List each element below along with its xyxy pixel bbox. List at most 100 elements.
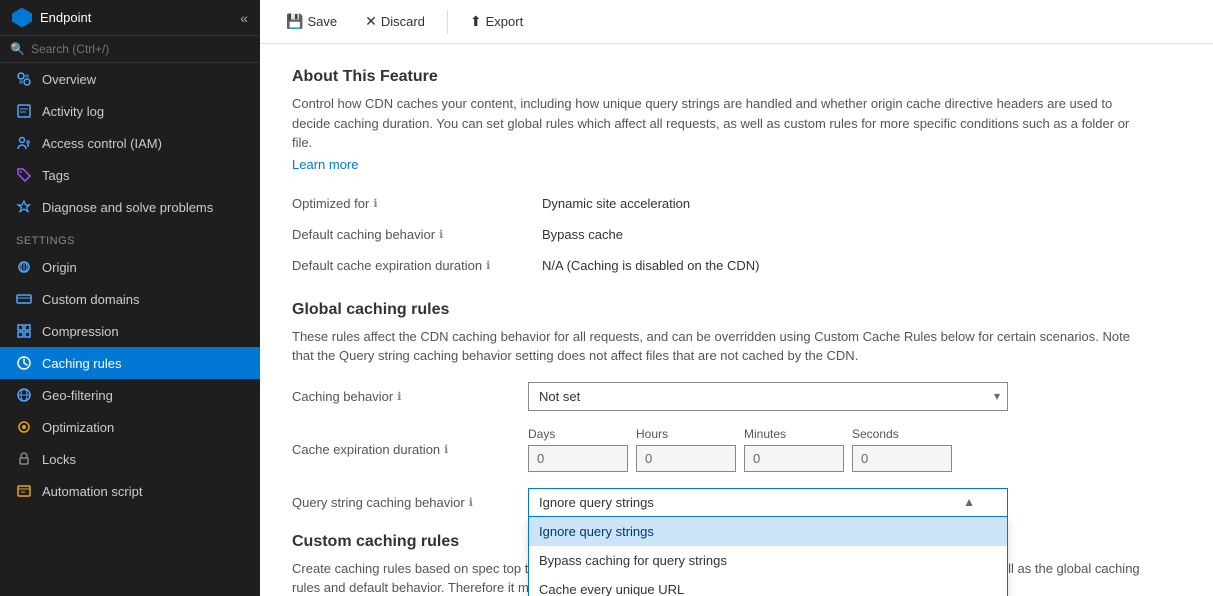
cache-expiry-label: Cache expiration duration ℹ [292,442,512,457]
sidebar-item-locks-label: Locks [42,452,76,467]
minutes-input[interactable] [744,445,844,472]
default-caching-info-icon[interactable]: ℹ [439,228,443,241]
default-expiry-label: Default cache expiration duration ℹ [292,250,542,281]
save-button[interactable]: 💾 Save [276,9,347,34]
export-icon: ⬆ [470,13,482,30]
collapse-sidebar-button[interactable]: « [240,10,248,26]
info-grid: Optimized for ℹ Dynamic site acceleratio… [292,188,1181,281]
content-area: About This Feature Control how CDN cache… [260,44,1213,596]
compression-icon [16,323,32,339]
search-icon: 🔍 [10,42,25,56]
learn-more-link[interactable]: Learn more [292,157,358,172]
minutes-label: Minutes [744,427,844,441]
tags-icon [16,167,32,183]
sidebar-item-tags[interactable]: Tags [0,159,260,191]
hours-label: Hours [636,427,736,441]
query-string-dropdown-arrow: ▲ [963,495,975,509]
caching-behavior-select[interactable]: Not set [528,382,1008,411]
sidebar-item-locks[interactable]: Locks [0,443,260,475]
sidebar-item-access-control[interactable]: Access control (IAM) [0,127,260,159]
sidebar-item-compression[interactable]: Compression [0,315,260,347]
sidebar-item-tags-label: Tags [42,168,69,183]
search-input[interactable] [31,42,250,56]
cache-expiry-row: Cache expiration duration ℹ Days Hours M… [292,427,1181,472]
sidebar-item-diagnose[interactable]: Diagnose and solve problems [0,191,260,223]
seconds-label: Seconds [852,427,952,441]
sidebar-item-compression-label: Compression [42,324,119,339]
sidebar-item-activity-log[interactable]: Activity log [0,95,260,127]
sidebar-item-geo-label: Geo-filtering [42,388,113,403]
dropdown-option-bypass[interactable]: Bypass caching for query strings [529,546,1007,575]
sidebar-item-domains-label: Custom domains [42,292,140,307]
sidebar-item-activity-label: Activity log [42,104,104,119]
query-string-label: Query string caching behavior ℹ [292,495,512,510]
query-string-dropdown-list: Ignore query strings Bypass caching for … [528,517,1008,596]
optimized-for-info-icon[interactable]: ℹ [373,197,377,210]
seconds-field: Seconds [852,427,952,472]
discard-icon: ✕ [365,13,377,30]
discard-button[interactable]: ✕ Discard [355,9,435,34]
locks-icon [16,451,32,467]
caching-behavior-dropdown-wrapper: Not set ▾ [528,382,1008,411]
global-rules-desc: These rules affect the CDN caching behav… [292,327,1152,366]
sidebar-item-automation[interactable]: Automation script [0,475,260,507]
overview-icon [16,71,32,87]
default-expiry-info-icon[interactable]: ℹ [486,259,490,272]
sidebar-item-overview[interactable]: Overview [0,63,260,95]
hours-input[interactable] [636,445,736,472]
dropdown-option-cache-unique[interactable]: Cache every unique URL [529,575,1007,596]
sidebar-item-caching-rules[interactable]: Caching rules [0,347,260,379]
sidebar-item-caching-label: Caching rules [42,356,122,371]
global-rules-title: Global caching rules [292,301,1181,319]
geo-filtering-icon [16,387,32,403]
sidebar-item-custom-domains[interactable]: Custom domains [0,283,260,315]
toolbar: 💾 Save ✕ Discard ⬆ Export [260,0,1213,44]
dropdown-option-ignore[interactable]: Ignore query strings [529,517,1007,546]
query-string-selected-value: Ignore query strings [539,495,654,510]
query-string-dropdown-wrapper: Ignore query strings ▲ Ignore query stri… [528,488,1008,517]
optimized-for-value: Dynamic site acceleration [542,188,1181,219]
sidebar-header: Endpoint « [0,0,260,36]
caching-behavior-label: Caching behavior ℹ [292,389,512,404]
toolbar-divider [447,10,448,34]
cache-expiry-info-icon[interactable]: ℹ [444,443,448,456]
duration-group: Days Hours Minutes Seconds [528,427,952,472]
custom-rules-desc-part1: Create caching rules based on spec [292,561,499,576]
caching-rules-icon [16,355,32,371]
caching-behavior-row: Caching behavior ℹ Not set ▾ [292,382,1181,411]
sidebar-item-origin-label: Origin [42,260,77,275]
sidebar-item-geo-filtering[interactable]: Geo-filtering [0,379,260,411]
sidebar-item-overview-label: Overview [42,72,96,87]
search-box[interactable]: 🔍 [0,36,260,63]
custom-domains-icon [16,291,32,307]
access-control-icon [16,135,32,151]
sidebar-item-automation-label: Automation script [42,484,142,499]
days-label: Days [528,427,628,441]
main-panel: 💾 Save ✕ Discard ⬆ Export About This Fea… [260,0,1213,596]
sidebar-item-origin[interactable]: Origin [0,251,260,283]
export-button[interactable]: ⬆ Export [460,9,533,34]
default-expiry-value: N/A (Caching is disabled on the CDN) [542,250,1181,281]
about-desc: Control how CDN caches your content, inc… [292,94,1152,153]
caching-behavior-info-icon[interactable]: ℹ [397,390,401,403]
sidebar-item-optimization-label: Optimization [42,420,114,435]
query-string-row: Query string caching behavior ℹ Ignore q… [292,488,1181,517]
sidebar-item-access-label: Access control (IAM) [42,136,162,151]
optimization-icon [16,419,32,435]
save-icon: 💾 [286,13,303,30]
activity-log-icon [16,103,32,119]
query-string-info-icon[interactable]: ℹ [469,496,473,509]
days-input[interactable] [528,445,628,472]
default-caching-label: Default caching behavior ℹ [292,219,542,250]
sidebar: Endpoint « 🔍 Overview Activity log [0,0,260,596]
seconds-input[interactable] [852,445,952,472]
about-title: About This Feature [292,68,1181,86]
default-caching-value: Bypass cache [542,219,1181,250]
diagnose-icon [16,199,32,215]
days-field: Days [528,427,628,472]
sidebar-item-optimization[interactable]: Optimization [0,411,260,443]
sidebar-item-diagnose-label: Diagnose and solve problems [42,200,213,215]
origin-icon [16,259,32,275]
app-logo [12,8,32,28]
query-string-dropdown-field[interactable]: Ignore query strings ▲ [528,488,1008,517]
